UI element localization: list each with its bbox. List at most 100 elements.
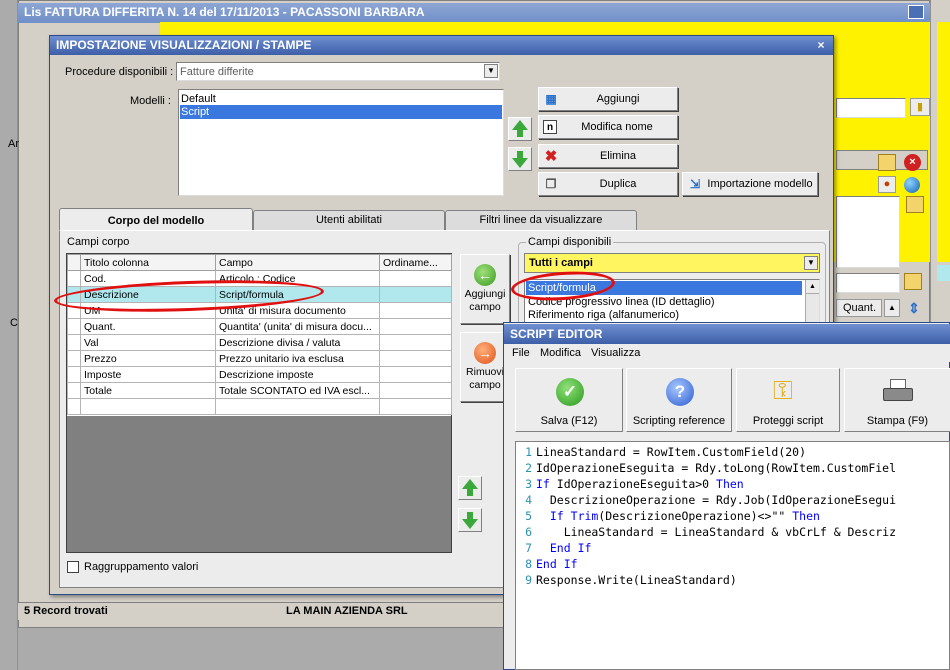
stampa-button[interactable]: Stampa (F9) <box>844 368 950 432</box>
tab-corpo-del-modello[interactable]: Corpo del modello <box>59 208 253 232</box>
bg-white-box <box>836 196 900 268</box>
folder-icon[interactable] <box>904 273 922 290</box>
table-cell[interactable] <box>379 318 452 335</box>
table-cell[interactable] <box>379 398 452 415</box>
column-header[interactable]: Titolo colonna <box>80 254 216 271</box>
code-editor[interactable]: 1 LineaStandard = RowItem.CustomField(20)… <box>515 441 950 670</box>
table-row-empty[interactable] <box>67 398 452 415</box>
table-cell[interactable]: Totale <box>80 382 216 399</box>
procedure-select[interactable]: Fatture differite ▼ <box>176 62 500 81</box>
campi-corpo-label: Campi corpo <box>67 236 130 248</box>
list-item[interactable]: Riferimento riga (alfanumerico) <box>528 308 679 322</box>
table-cell[interactable]: Prezzo <box>80 350 216 367</box>
folder-icon[interactable] <box>878 154 896 171</box>
table-row[interactable]: Totale Totale SCONTATO ed IVA escl... <box>67 382 452 399</box>
aggiungi-campo-label: Aggiungi campo <box>464 288 506 313</box>
elimina-label: Elimina <box>599 150 637 162</box>
chevron-down-icon[interactable]: ▼ <box>804 256 818 270</box>
menu-file[interactable]: File <box>512 347 530 359</box>
bg-close-titlebtn[interactable] <box>908 5 924 19</box>
menu-modifica[interactable]: Modifica <box>540 347 581 359</box>
modelli-list[interactable]: Default Script <box>178 89 504 196</box>
importazione-button[interactable]: ⇲ Importazione modello <box>682 172 818 196</box>
table-cell[interactable]: Imposte <box>80 366 216 383</box>
move-down-button[interactable] <box>508 147 532 171</box>
aggiungi-campo-button[interactable]: ← Aggiungi campo <box>460 254 510 324</box>
table-cell[interactable] <box>379 286 452 303</box>
table-row[interactable]: Imposte Descrizione imposte <box>67 366 452 383</box>
list-item[interactable]: Script <box>180 105 502 119</box>
list-scrollbar[interactable]: ▲ <box>805 280 819 324</box>
row-marker <box>67 366 81 383</box>
table-cell[interactable] <box>379 270 452 287</box>
table-row[interactable]: Prezzo Prezzo unitario iva esclusa <box>67 350 452 367</box>
table-cell[interactable] <box>379 366 452 383</box>
chevron-down-icon[interactable]: ▼ <box>484 64 498 78</box>
table-cell[interactable]: Quantita' (unita' di misura docu... <box>215 318 380 335</box>
field-move-up-button[interactable] <box>458 476 482 500</box>
column-header[interactable]: Campo <box>215 254 380 271</box>
table-cell[interactable] <box>379 334 452 351</box>
code-line-1: 1 LineaStandard = RowItem.CustomField(20) <box>525 445 807 459</box>
campi-filter-select[interactable]: Tutti i campi ▼ <box>524 253 820 273</box>
bg-yellow-right <box>937 22 950 262</box>
code-text: IdOperazioneEseguita = Rdy.toLong(RowIte… <box>536 461 897 475</box>
bg-field-1[interactable] <box>836 98 906 118</box>
tab-filtri-linee[interactable]: Filtri linee da visualizzare <box>445 210 637 230</box>
move-up-button[interactable] <box>508 117 532 141</box>
code-line-4: 4 DescrizioneOperazione = Rdy.Job(IdOper… <box>525 493 897 507</box>
column-header[interactable]: Ordiname... <box>379 254 452 271</box>
printer-body <box>883 388 913 401</box>
tab-utenti-abilitati[interactable]: Utenti abilitati <box>253 210 445 230</box>
row-marker <box>67 382 81 399</box>
code-text: DescrizioneOperazione = Rdy.Job(IdOperaz… <box>536 493 897 507</box>
table-cell[interactable] <box>379 350 452 367</box>
field-move-down-button[interactable] <box>458 508 482 532</box>
salva-button[interactable]: ✓ Salva (F12) <box>515 368 623 432</box>
globe-icon[interactable] <box>904 177 920 193</box>
table-cell[interactable]: Descrizione divisa / valuta <box>215 334 380 351</box>
bg-yellow-area-top <box>160 22 850 36</box>
table-cell[interactable]: Val <box>80 334 216 351</box>
printer-icon <box>883 379 913 403</box>
bg-scroll-up[interactable]: ▲ <box>884 299 900 317</box>
arrow-up-stem <box>517 129 523 137</box>
user-icon[interactable]: ● <box>878 176 896 193</box>
code-text: LineaStandard = LineaStandard & vbCrLf &… <box>536 525 897 539</box>
table-cell[interactable]: Descrizione imposte <box>215 366 380 383</box>
table-row[interactable]: Quant. Quantita' (unita' di misura docu..… <box>67 318 452 335</box>
key-icon: ⚿ <box>773 375 793 405</box>
delete-red-icon[interactable]: × <box>904 154 921 171</box>
table-row[interactable]: Val Descrizione divisa / valuta <box>67 334 452 351</box>
arrow-down-icon <box>462 519 478 529</box>
table-cell[interactable] <box>379 302 452 319</box>
bg-teal-cell <box>937 265 950 281</box>
duplica-button[interactable]: ❐ Duplica <box>538 172 678 196</box>
bg-sort-icon[interactable]: ⇕ <box>906 300 922 318</box>
table-cell[interactable]: Prezzo unitario iva esclusa <box>215 350 380 367</box>
table-cell[interactable]: Quant. <box>80 318 216 335</box>
aggiungi-button[interactable]: ▦ Aggiungi <box>538 87 678 111</box>
rimuovi-campo-label: Rimuovi campo <box>466 366 504 391</box>
table-cell[interactable]: Totale SCONTATO ed IVA escl... <box>215 382 380 399</box>
folder-icon[interactable] <box>906 196 924 213</box>
arrow-right-icon: → <box>474 342 496 364</box>
modelli-label: Modelli : <box>130 95 171 107</box>
list-item[interactable]: Default <box>181 92 501 106</box>
modifica-nome-button[interactable]: n Modifica nome <box>538 115 678 139</box>
elimina-button[interactable]: ✖ Elimina <box>538 144 678 168</box>
scripting-reference-button[interactable]: ? Scripting reference <box>626 368 732 432</box>
table-cell[interactable] <box>215 398 380 415</box>
table-cell[interactable] <box>379 382 452 399</box>
proteggi-script-button[interactable]: ⚿ Proteggi script <box>736 368 840 432</box>
scroll-up-arrow[interactable]: ▲ <box>806 280 819 294</box>
bg-field-3[interactable] <box>836 273 900 293</box>
folder-icon[interactable]: ▮ <box>910 98 930 116</box>
menu-visualizza[interactable]: Visualizza <box>591 347 640 359</box>
table-cell[interactable] <box>80 398 216 415</box>
raggruppamento-checkbox[interactable] <box>67 561 79 573</box>
arrow-left-icon: ← <box>474 264 496 286</box>
close-icon[interactable]: × <box>814 37 828 53</box>
script-editor-titlebar: SCRIPT EDITOR <box>504 324 950 344</box>
bg-quant-header: Quant. <box>836 299 882 317</box>
